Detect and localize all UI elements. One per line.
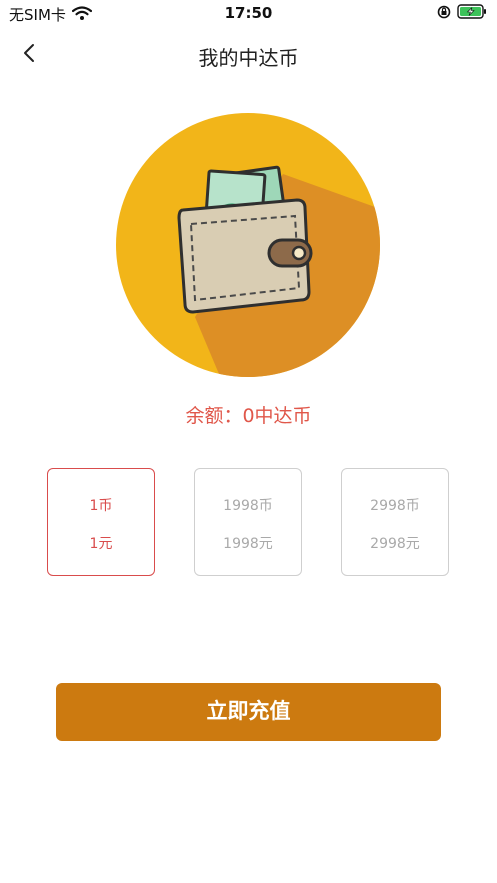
status-bar: 无SIM卡 17:50 (0, 0, 497, 28)
option-price: 2998元 (370, 536, 420, 552)
option-coins: 2998币 (370, 498, 420, 514)
battery-charging-icon (457, 4, 487, 23)
recharge-option-1[interactable]: 1币 1元 (47, 468, 155, 576)
status-time: 17:50 (224, 4, 273, 22)
option-price: 1998元 (223, 536, 273, 552)
nav-bar: 我的中达币 (0, 28, 497, 82)
wallet-icon (116, 113, 380, 377)
wallet-illustration (115, 112, 381, 378)
option-price: 1元 (89, 536, 113, 552)
status-right (437, 4, 487, 23)
recharge-option-2998[interactable]: 2998币 2998元 (341, 468, 449, 576)
option-coins: 1币 (89, 498, 113, 514)
orientation-lock-icon (437, 4, 451, 23)
page-title: 我的中达币 (198, 46, 299, 70)
recharge-now-button[interactable]: 立即充值 (56, 683, 441, 741)
balance-text: 余额：0中达币 (185, 405, 312, 427)
option-coins: 1998币 (223, 498, 273, 514)
recharge-option-1998[interactable]: 1998币 1998元 (194, 468, 302, 576)
recharge-options: 1币 1元 1998币 1998元 2998币 2998元 (0, 468, 497, 576)
